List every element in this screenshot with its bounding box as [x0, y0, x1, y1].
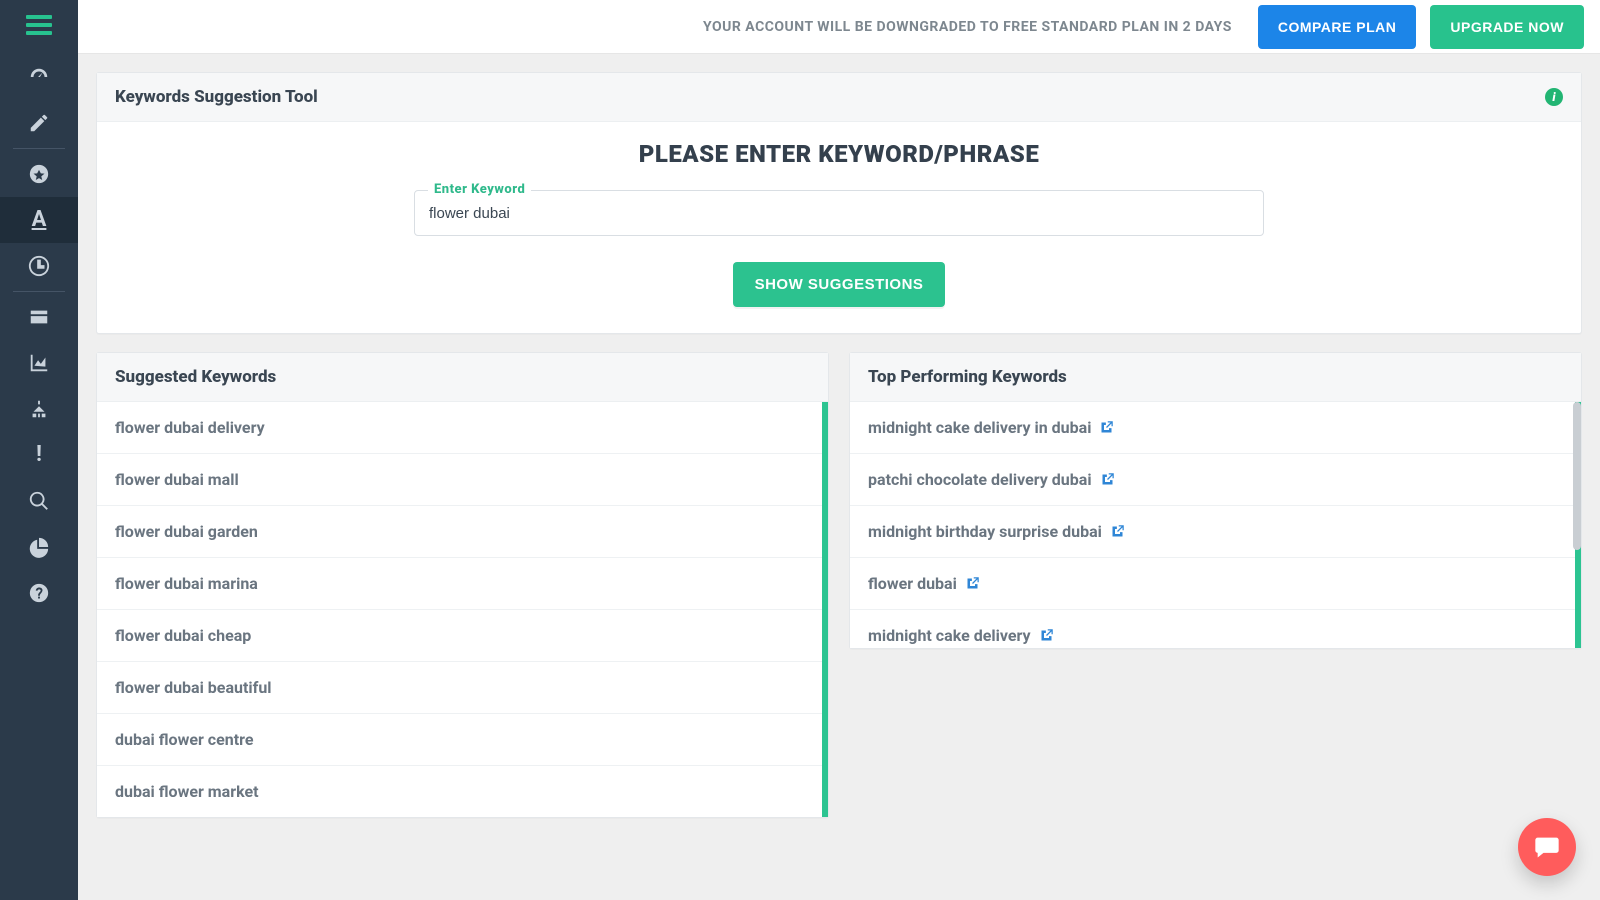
keyword-text: midnight cake delivery: [868, 626, 1031, 645]
keyword-text: patchi chocolate delivery dubai: [868, 470, 1092, 489]
suggested-keyword-row[interactable]: dubai flower market: [97, 766, 828, 817]
suggested-keyword-row[interactable]: flower dubai mall: [97, 454, 828, 506]
clock-icon: [28, 255, 50, 277]
top-performing-card: Top Performing Keywords midnight cake de…: [849, 352, 1582, 649]
keyword-text: flower dubai marina: [115, 574, 258, 593]
keyword-text: midnight cake delivery in dubai: [868, 418, 1091, 437]
sitemap-icon: [28, 398, 50, 420]
suggested-keyword-row[interactable]: dubai flower centre: [97, 714, 828, 766]
keyword-text: flower dubai garden: [115, 522, 258, 541]
main-column: YOUR ACCOUNT WILL BE DOWNGRADED TO FREE …: [78, 0, 1600, 900]
pie-icon: [28, 536, 50, 558]
top-keyword-row[interactable]: midnight birthday surprise dubai: [850, 506, 1581, 558]
results-columns: Suggested Keywords flower dubai delivery…: [96, 352, 1582, 818]
suggested-keyword-row[interactable]: flower dubai cheap: [97, 610, 828, 662]
top-keyword-row[interactable]: midnight cake delivery: [850, 610, 1581, 648]
nav-divider: [13, 291, 65, 292]
compare-plan-button[interactable]: COMPARE PLAN: [1258, 5, 1417, 49]
topbar: YOUR ACCOUNT WILL BE DOWNGRADED TO FREE …: [78, 0, 1600, 54]
nav-text[interactable]: A: [0, 197, 78, 243]
top-keyword-row[interactable]: patchi chocolate delivery dubai: [850, 454, 1581, 506]
suggested-keywords-card: Suggested Keywords flower dubai delivery…: [96, 352, 829, 818]
nav-history[interactable]: [0, 243, 78, 289]
downgrade-warning: YOUR ACCOUNT WILL BE DOWNGRADED TO FREE …: [703, 19, 1232, 35]
external-link-icon[interactable]: [965, 576, 980, 591]
nav-card[interactable]: [0, 294, 78, 340]
keyword-text: flower dubai delivery: [115, 418, 265, 437]
text-icon: A: [32, 209, 47, 231]
card-icon: [28, 306, 50, 328]
nav-list: A !: [0, 54, 78, 616]
external-link-icon[interactable]: [1110, 524, 1125, 539]
keyword-text: flower dubai: [868, 574, 957, 593]
suggested-keywords-list: flower dubai delivery flower dubai mall …: [97, 402, 828, 817]
external-link-icon[interactable]: [1100, 472, 1115, 487]
nav-sitemap[interactable]: [0, 386, 78, 432]
keyword-text: flower dubai beautiful: [115, 678, 272, 697]
card-header: Keywords Suggestion Tool i: [97, 73, 1581, 122]
keyword-input-wrap: Enter Keyword: [414, 190, 1264, 236]
keyword-input-label: Enter Keyword: [428, 182, 531, 197]
nav-help[interactable]: [0, 570, 78, 616]
search-icon: [28, 490, 50, 512]
accent-scrollbar[interactable]: [822, 402, 828, 817]
keyword-text: midnight birthday surprise dubai: [868, 522, 1102, 541]
nav-chart[interactable]: [0, 340, 78, 386]
upgrade-now-button[interactable]: UPGRADE NOW: [1430, 5, 1584, 49]
show-suggestions-button[interactable]: SHOW SUGGESTIONS: [733, 262, 946, 307]
suggested-keyword-row[interactable]: flower dubai beautiful: [97, 662, 828, 714]
info-icon[interactable]: i: [1545, 88, 1563, 106]
app-root: A !: [0, 0, 1600, 900]
nav-alert[interactable]: !: [0, 432, 78, 478]
chart-icon: [28, 352, 50, 374]
top-keyword-row[interactable]: flower dubai: [850, 558, 1581, 610]
top-performing-title: Top Performing Keywords: [850, 353, 1581, 402]
suggested-keyword-row[interactable]: flower dubai delivery: [97, 402, 828, 454]
dashboard-icon: [28, 66, 50, 88]
nav-star[interactable]: [0, 151, 78, 197]
search-area: PLEASE ENTER KEYWORD/PHRASE Enter Keywor…: [97, 122, 1581, 333]
hamburger-icon: [26, 15, 52, 35]
menu-toggle-button[interactable]: [0, 6, 78, 44]
top-performing-list: midnight cake delivery in dubai patchi c…: [850, 402, 1581, 648]
keyword-text: dubai flower centre: [115, 730, 254, 749]
alert-icon: !: [36, 444, 42, 466]
nav-search[interactable]: [0, 478, 78, 524]
keyword-tool-card: Keywords Suggestion Tool i PLEASE ENTER …: [96, 72, 1582, 334]
keyword-text: flower dubai mall: [115, 470, 239, 489]
keyword-input[interactable]: [414, 190, 1264, 236]
sidebar: A !: [0, 0, 78, 900]
keyword-text: dubai flower market: [115, 782, 259, 801]
star-icon: [28, 163, 50, 185]
keyword-text: flower dubai cheap: [115, 626, 251, 645]
external-link-icon[interactable]: [1099, 420, 1114, 435]
nav-pie[interactable]: [0, 524, 78, 570]
top-keyword-row[interactable]: midnight cake delivery in dubai: [850, 402, 1581, 454]
suggested-keywords-title: Suggested Keywords: [97, 353, 828, 402]
help-icon: [28, 582, 50, 604]
nav-divider: [13, 148, 65, 149]
card-title: Keywords Suggestion Tool: [115, 87, 318, 107]
search-heading: PLEASE ENTER KEYWORD/PHRASE: [121, 140, 1557, 168]
content-area: Keywords Suggestion Tool i PLEASE ENTER …: [78, 54, 1600, 900]
nav-edit[interactable]: [0, 100, 78, 146]
nav-dashboard[interactable]: [0, 54, 78, 100]
scrollbar-thumb[interactable]: [1573, 402, 1581, 550]
suggested-keyword-row[interactable]: flower dubai garden: [97, 506, 828, 558]
suggested-keyword-row[interactable]: flower dubai marina: [97, 558, 828, 610]
external-link-icon[interactable]: [1039, 628, 1054, 643]
chat-button[interactable]: [1518, 818, 1576, 876]
chat-icon: [1533, 833, 1561, 861]
edit-icon: [28, 112, 50, 134]
